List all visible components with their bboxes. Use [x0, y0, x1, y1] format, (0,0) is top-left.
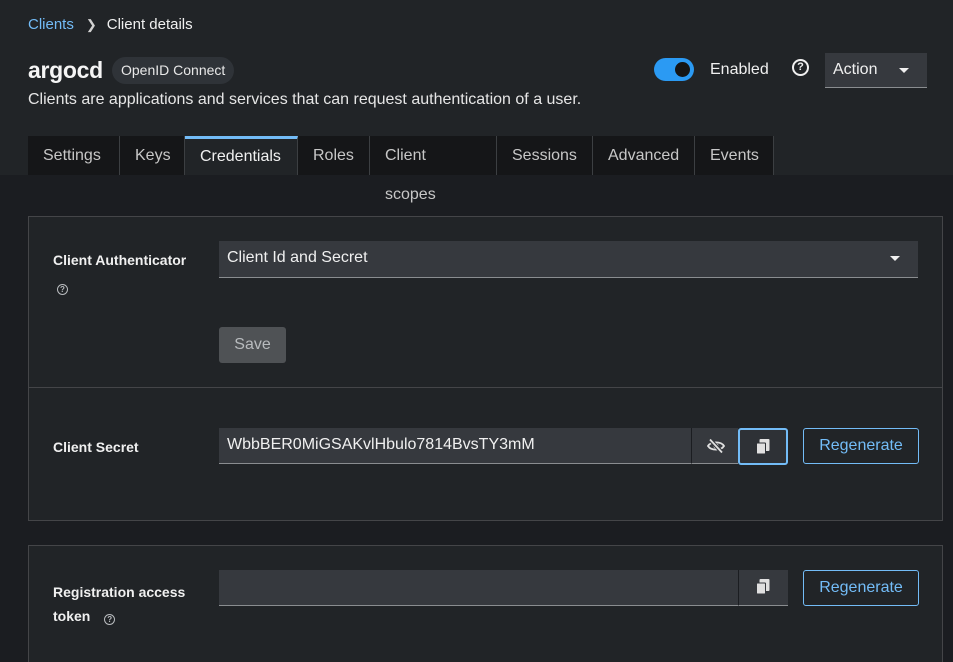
copy-secret-button[interactable] [738, 428, 788, 465]
toggle-visibility-button[interactable] [691, 428, 738, 464]
client-authenticator-label: Client Authenticator [53, 252, 187, 268]
page-description: Clients are applications and services th… [28, 91, 582, 108]
help-icon[interactable]: ? [57, 279, 68, 297]
tab-events[interactable]: Events [695, 136, 774, 175]
tab-roles[interactable]: Roles [298, 136, 370, 175]
copy-icon [756, 439, 770, 455]
registration-label-line2: token [53, 608, 91, 624]
client-authenticator-value: Client Id and Secret [227, 249, 368, 266]
card-divider [29, 387, 942, 388]
protocol-badge: OpenID Connect [112, 57, 235, 84]
tab-advanced[interactable]: Advanced [593, 136, 695, 175]
enabled-label: Enabled [710, 61, 769, 78]
registration-token-field[interactable] [219, 570, 738, 606]
tab-bar: Settings Keys Credentials Roles Client s… [28, 136, 774, 203]
chevron-right-icon: ❯ [85, 16, 97, 32]
caret-down-icon [890, 256, 900, 261]
regenerate-token-button[interactable]: Regenerate [803, 570, 919, 606]
breadcrumb: Clients ❯ Client details [28, 16, 193, 33]
eye-slash-icon [707, 438, 725, 454]
tab-settings[interactable]: Settings [28, 136, 120, 175]
action-dropdown[interactable]: Action [825, 53, 927, 88]
tab-sessions[interactable]: Sessions [497, 136, 593, 175]
action-label: Action [833, 61, 878, 78]
save-button[interactable]: Save [219, 327, 286, 363]
client-secret-label: Client Secret [53, 439, 139, 455]
page-title: argocd [28, 57, 103, 83]
copy-icon [756, 579, 770, 595]
toggle-knob [675, 62, 690, 77]
help-icon[interactable]: ? [104, 609, 116, 625]
regenerate-secret-button[interactable]: Regenerate [803, 428, 919, 464]
tab-keys[interactable]: Keys [120, 136, 185, 175]
enabled-toggle[interactable] [654, 58, 694, 81]
copy-token-button[interactable] [738, 570, 788, 606]
breadcrumb-clients-link[interactable]: Clients [28, 16, 74, 33]
registration-label-line1: Registration access [53, 584, 186, 600]
tab-client-scopes[interactable]: Client scopes [370, 136, 497, 203]
client-secret-field[interactable]: WbbBER0MiGSAKvlHbulo7814BvsTY3mM [219, 428, 691, 464]
credentials-card: Client Authenticator ? Client Id and Sec… [28, 216, 943, 521]
registration-token-label: Registration access token ? [53, 580, 185, 628]
caret-down-icon [899, 68, 909, 73]
tab-credentials[interactable]: Credentials [185, 136, 298, 175]
question-circle-icon[interactable]: ? [792, 59, 809, 76]
registration-token-card: Registration access token ? Regenerate [28, 545, 943, 662]
breadcrumb-current: Client details [106, 16, 193, 33]
client-authenticator-select[interactable]: Client Id and Secret [219, 241, 918, 278]
client-secret-value: WbbBER0MiGSAKvlHbulo7814BvsTY3mM [227, 436, 535, 453]
